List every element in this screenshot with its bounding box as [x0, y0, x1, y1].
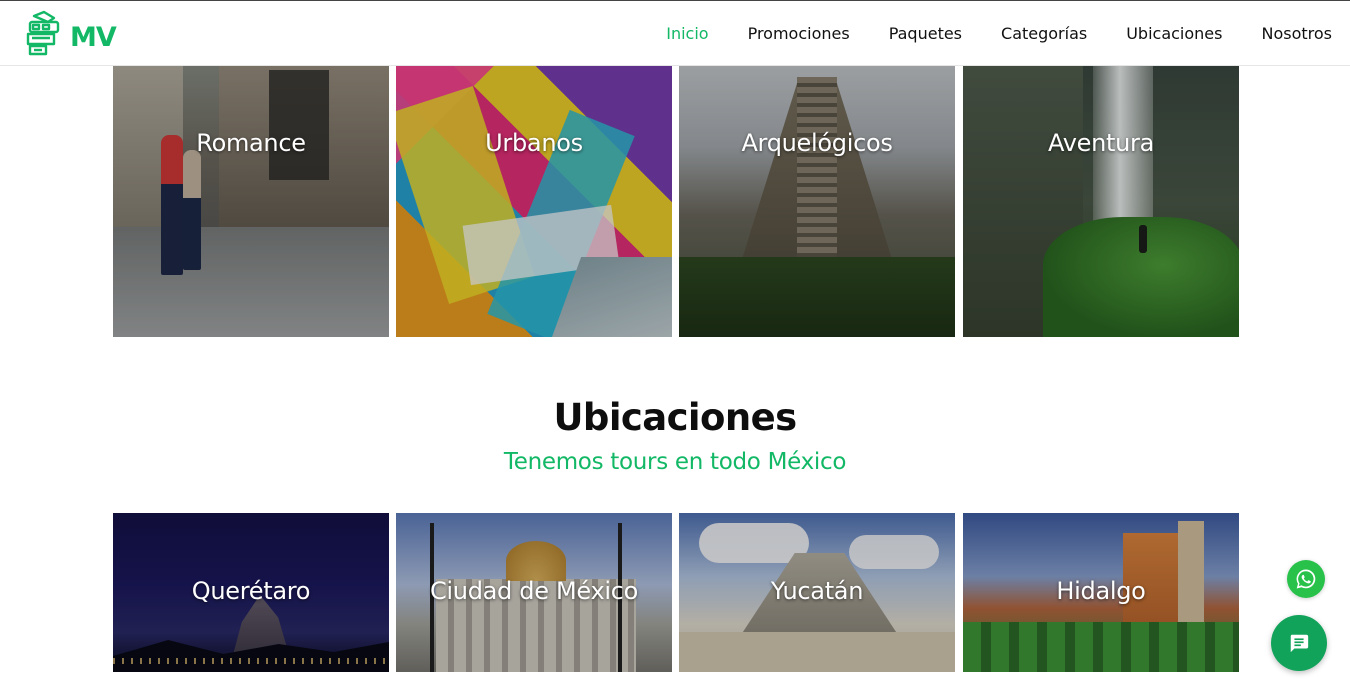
category-label: Urbanos	[485, 129, 583, 157]
whatsapp-icon	[1296, 569, 1316, 589]
location-card-queretaro[interactable]: Querétaro	[113, 513, 389, 672]
section-title: Ubicaciones	[553, 396, 797, 439]
location-card-yucatan[interactable]: Yucatán	[679, 513, 955, 672]
nav-promociones[interactable]: Promociones	[748, 24, 850, 43]
chat-icon	[1290, 634, 1309, 653]
location-label: Hidalgo	[1056, 577, 1146, 605]
main-nav: Inicio Promociones Paquetes Categorías U…	[627, 1, 1332, 65]
location-label: Ciudad de México	[429, 577, 639, 605]
top-navbar: MV Inicio Promociones Paquetes Categoría…	[0, 0, 1350, 66]
location-label: Yucatán	[770, 577, 864, 605]
aztec-logo-icon	[26, 10, 60, 56]
nav-paquetes[interactable]: Paquetes	[889, 24, 962, 43]
chat-button[interactable]	[1271, 615, 1327, 671]
category-card-aventura[interactable]: Aventura	[963, 65, 1239, 337]
nav-inicio[interactable]: Inicio	[666, 24, 708, 43]
section-subtitle: Tenemos tours en todo México	[503, 449, 847, 475]
whatsapp-button[interactable]	[1287, 560, 1325, 598]
brand-logo[interactable]: MV	[24, 9, 117, 59]
category-label: Romance	[196, 129, 306, 157]
category-card-romance[interactable]: Romance	[113, 65, 389, 337]
category-card-arqueologicos[interactable]: Arquelógicos	[679, 65, 955, 337]
location-card-hidalgo[interactable]: Hidalgo	[963, 513, 1239, 672]
category-label: Aventura	[1048, 129, 1154, 157]
category-card-urbanos[interactable]: Urbanos	[396, 65, 672, 337]
nav-nosotros[interactable]: Nosotros	[1261, 24, 1332, 43]
nav-categorias[interactable]: Categorías	[1001, 24, 1087, 43]
location-label: Querétaro	[191, 577, 311, 605]
location-card-cdmx[interactable]: Ciudad de México	[396, 513, 672, 672]
brand-name: MV	[70, 21, 117, 53]
category-label: Arquelógicos	[741, 129, 893, 157]
nav-ubicaciones[interactable]: Ubicaciones	[1126, 24, 1222, 43]
